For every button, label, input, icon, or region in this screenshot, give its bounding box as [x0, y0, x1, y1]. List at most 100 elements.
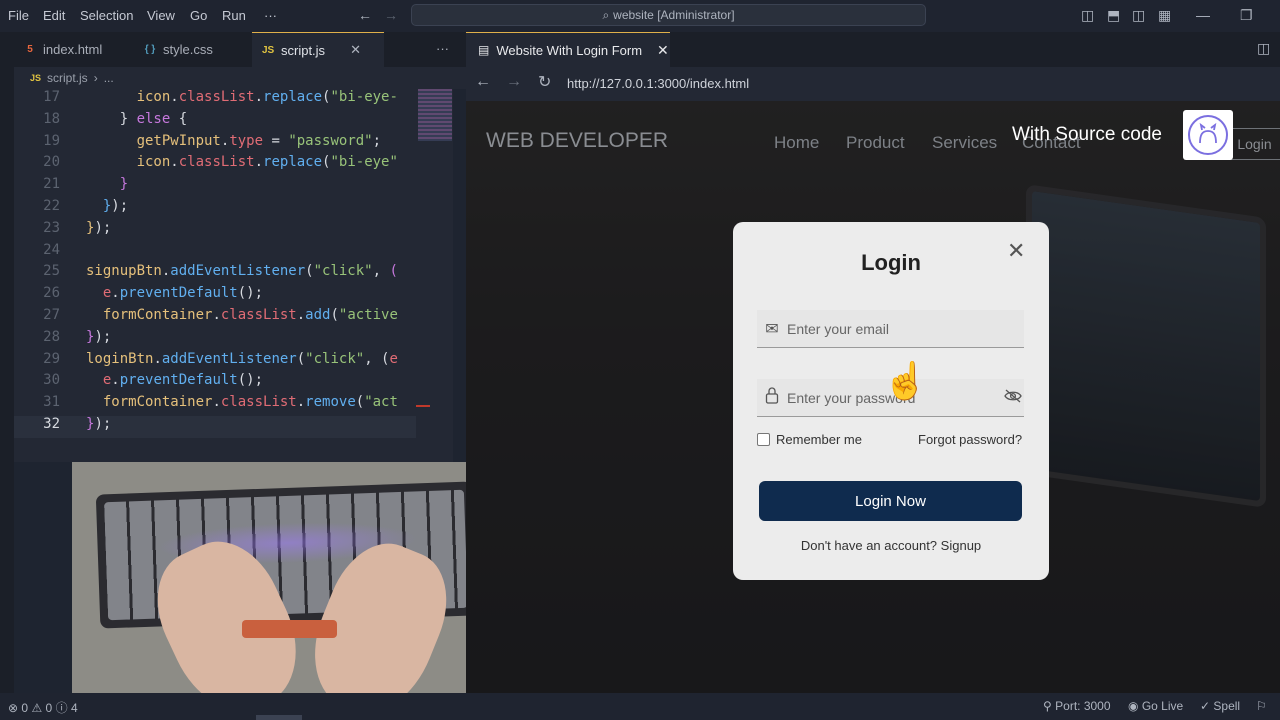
error-count: 0 [21, 701, 29, 715]
login-modal: Login ✕ ✉ Remember me Forgot password? L… [733, 222, 1049, 580]
split-editor-icon[interactable]: ◫ [1257, 40, 1270, 57]
nav-product[interactable]: Product [846, 133, 905, 153]
line-number: 32 [43, 416, 60, 432]
problems-indicator[interactable]: ⊗ 0 ⚠ 0 ⓘ 4 [8, 699, 78, 716]
line-number: 21 [43, 176, 60, 193]
minimize-icon[interactable]: — [1196, 7, 1210, 23]
eye-slash-icon[interactable] [1004, 389, 1022, 406]
check-icon: ✓ [1200, 699, 1211, 713]
code-line[interactable]: 26 e.preventDefault(); [14, 285, 422, 307]
toggle-panel-icon[interactable]: ⬒ [1107, 7, 1120, 24]
email-field[interactable]: ✉ [757, 310, 1024, 348]
code-line[interactable]: 31 formContainer.classList.remove("act [14, 394, 422, 416]
code-line[interactable]: 20 icon.classList.replace("bi-eye" [14, 154, 422, 176]
tab-style-css[interactable]: { } style.css [134, 32, 252, 67]
line-number: 29 [43, 350, 60, 367]
webcam-overlay [72, 462, 501, 693]
toggle-secondary-sidebar-icon[interactable]: ◫ [1132, 7, 1145, 24]
nav-home[interactable]: Home [774, 133, 819, 153]
menu-more[interactable]: ··· [264, 8, 277, 23]
horizontal-scrollbar[interactable] [256, 715, 302, 720]
breadcrumb-rest[interactable]: ... [104, 71, 114, 85]
menu-selection[interactable]: Selection [80, 8, 133, 23]
line-number: 22 [43, 198, 60, 214]
menu-edit[interactable]: Edit [43, 8, 65, 23]
customize-layout-icon[interactable]: ▦ [1158, 7, 1171, 24]
login-now-button[interactable]: Login Now [759, 481, 1022, 521]
notifications-icon[interactable]: ⚐ [1256, 699, 1267, 713]
broadcast-icon: ⚲ [1043, 699, 1052, 713]
menu-file[interactable]: File [8, 8, 29, 23]
forgot-password-link[interactable]: Forgot password? [918, 432, 1022, 447]
minimap-error-marker [416, 405, 430, 407]
code-line[interactable]: 27 formContainer.classList.add("active [14, 307, 422, 329]
code-line[interactable]: 29 loginBtn.addEventListener("click", (e [14, 351, 422, 373]
tab-script-js[interactable]: JS script.js ✕ [252, 32, 384, 67]
github-logo [1183, 110, 1233, 160]
code-line[interactable]: 24 [14, 242, 422, 264]
info-count: 4 [70, 701, 78, 715]
code-text: e.preventDefault(); [102, 285, 264, 302]
signup-link[interactable]: Signup [941, 538, 981, 553]
breadcrumb-file[interactable]: script.js [47, 71, 88, 85]
remember-checkbox[interactable] [757, 433, 770, 446]
search-icon: ⌕ [602, 7, 610, 22]
close-tab-icon[interactable]: ✕ [350, 42, 361, 58]
nav-services[interactable]: Services [932, 133, 997, 153]
menu-view[interactable]: View [147, 8, 175, 23]
nav-login-button[interactable]: Login [1228, 128, 1280, 160]
spell-check-button[interactable]: ✓ Spell [1200, 699, 1240, 713]
back-arrow-icon[interactable]: ← [475, 73, 491, 91]
command-center[interactable]: ⌕ website [Administrator] [411, 4, 926, 26]
remember-label: Remember me [776, 432, 862, 447]
code-editor[interactable]: 17 icon.classList.replace("bi-eye- 18 } e… [14, 89, 453, 462]
code-text: } else { [86, 110, 188, 127]
code-text: } [119, 176, 129, 193]
code-line[interactable]: 23}); [14, 220, 422, 242]
js-file-icon: JS [262, 44, 275, 56]
url-bar[interactable]: http://127.0.0.1:3000/index.html [567, 76, 749, 91]
minimap-slider[interactable] [418, 89, 452, 141]
port-indicator[interactable]: ⚲ Port: 3000 [1043, 699, 1111, 713]
code-line[interactable]: 30 e.preventDefault(); [14, 372, 422, 394]
go-live-button[interactable]: ◉ Go Live [1128, 699, 1183, 713]
line-number: 30 [43, 372, 60, 389]
browser-icon: ▤ [478, 43, 490, 57]
code-line[interactable]: 17 icon.classList.replace("bi-eye- [14, 89, 422, 111]
close-tab-icon[interactable]: ✕ [657, 42, 669, 59]
line-number: 31 [43, 394, 60, 411]
hand-pointer-icon: ☝ [883, 360, 928, 401]
code-line[interactable]: 25 signupBtn.addEventListener("click", ( [14, 263, 422, 285]
code-line[interactable]: 18 } else { [14, 111, 422, 133]
code-line[interactable]: 21 } [14, 176, 422, 198]
warning-icon: ⚠ [31, 701, 43, 715]
email-input[interactable] [787, 320, 987, 337]
close-icon[interactable]: ✕ [1007, 238, 1025, 264]
back-arrow-icon[interactable]: ← [358, 7, 372, 23]
breadcrumb: JS script.js › ... [14, 67, 466, 89]
toggle-sidebar-icon[interactable]: ◫ [1081, 7, 1094, 24]
code-line[interactable]: 22 }); [14, 198, 422, 220]
code-line[interactable]: 32}); [14, 416, 422, 438]
browser-nav-bar: ← → ↻ http://127.0.0.1:3000/index.html [466, 67, 1280, 101]
menu-go[interactable]: Go [190, 8, 207, 23]
minimap[interactable] [416, 89, 453, 462]
code-line[interactable]: 28}); [14, 329, 422, 351]
code-text: getPwInput.type = "password"; [136, 132, 382, 149]
forward-arrow-icon[interactable]: → [384, 7, 398, 23]
restore-icon[interactable]: ❐ [1240, 7, 1253, 24]
line-number: 24 [43, 241, 60, 258]
editor-tab-bar: 5 index.html { } style.css JS script.js … [14, 32, 466, 67]
forward-arrow-icon[interactable]: → [506, 73, 522, 91]
menu-run[interactable]: Run [222, 8, 246, 23]
line-number: 19 [43, 132, 60, 149]
code-line[interactable]: 19 getPwInput.type = "password"; [14, 133, 422, 155]
tab-preview[interactable]: ▤ Website With Login Form ✕ [466, 32, 670, 67]
port-label: Port: 3000 [1055, 699, 1111, 713]
code-text: icon.classList.replace("bi-eye" [136, 154, 398, 171]
reload-icon[interactable]: ↻ [538, 72, 551, 92]
remember-me[interactable]: Remember me [757, 432, 862, 447]
tab-label: style.css [163, 42, 213, 57]
more-actions-icon[interactable]: ··· [436, 41, 449, 56]
tab-index-html[interactable]: 5 index.html [14, 32, 132, 67]
